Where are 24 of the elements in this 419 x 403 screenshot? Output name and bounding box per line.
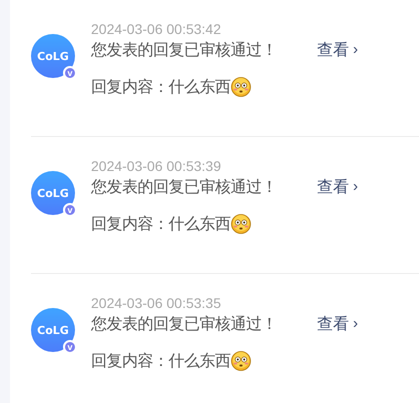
view-link[interactable]: 查看	[317, 39, 349, 61]
view-link[interactable]: 查看	[317, 176, 349, 198]
flushed-face-icon	[230, 351, 250, 371]
timestamp: 2024-03-06 00:53:39	[91, 157, 222, 175]
chevron-icon: ›	[353, 313, 358, 335]
logo-text: CoLG	[37, 188, 69, 198]
reply-text: 回复内容：什么东西	[91, 213, 230, 235]
message-text: 您发表的回复已审核通过！	[91, 39, 278, 61]
reply-text: 回复内容：什么东西	[91, 76, 230, 98]
flushed-face-icon	[230, 77, 250, 97]
view-link[interactable]: 查看	[317, 313, 349, 335]
reply-text: 回复内容：什么东西	[91, 350, 230, 372]
timestamp: 2024-03-06 00:53:42	[91, 20, 222, 38]
timestamp: 2024-03-06 00:53:35	[91, 294, 222, 312]
logo-text: CoLG	[37, 50, 69, 62]
chevron-icon: ›	[353, 39, 358, 61]
verified-badge: v	[63, 340, 77, 354]
message-text: 您发表的回复已审核通过！	[91, 313, 278, 335]
verified-badge: v	[63, 203, 77, 217]
message-text: 您发表的回复已审核通过！	[91, 176, 278, 198]
logo-text: CoLG	[37, 324, 69, 336]
verified-badge: v	[63, 66, 77, 80]
flushed-face-icon	[230, 214, 250, 234]
chevron-icon: ›	[353, 176, 358, 198]
